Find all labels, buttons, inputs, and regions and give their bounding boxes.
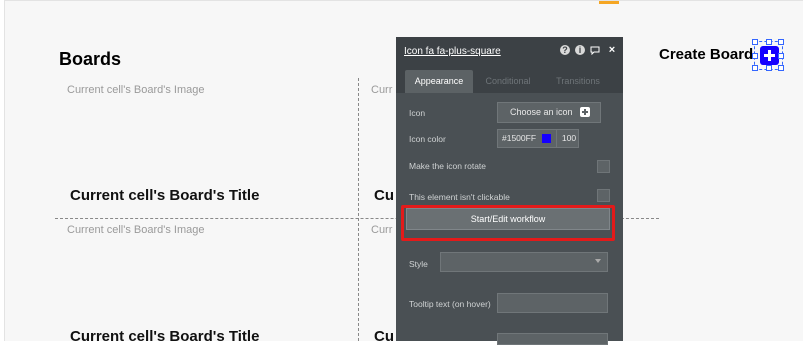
panel-tabs: Appearance Conditional Transitions bbox=[396, 67, 623, 93]
board-image-placeholder[interactable]: Curr bbox=[371, 84, 392, 96]
icon-color-value: #1500FF bbox=[502, 133, 537, 143]
resize-handle[interactable] bbox=[766, 65, 772, 71]
property-editor-panel: Icon fa fa-plus-square ? i × Appearance … bbox=[396, 37, 623, 345]
tooltip-label: Tooltip text (on hover) bbox=[409, 299, 491, 309]
icon-label: Icon bbox=[409, 108, 426, 118]
icon-color-label: Icon color bbox=[409, 134, 446, 144]
color-swatch[interactable] bbox=[542, 134, 551, 143]
resize-handle[interactable] bbox=[778, 39, 784, 45]
comment-icon[interactable] bbox=[590, 45, 600, 56]
rotate-checkbox[interactable] bbox=[597, 160, 610, 173]
page-title: Boards bbox=[59, 49, 122, 69]
board-image-placeholder[interactable]: Current cell's Board's Image bbox=[67, 84, 204, 96]
resize-handle[interactable] bbox=[778, 53, 784, 59]
not-clickable-label: This element isn't clickable bbox=[409, 192, 510, 202]
choose-icon-button[interactable]: Choose an icon bbox=[497, 102, 601, 123]
board-image-placeholder[interactable]: Curr bbox=[371, 224, 392, 236]
tab-conditional[interactable]: Conditional bbox=[483, 70, 533, 93]
panel-title[interactable]: Icon fa fa-plus-square bbox=[404, 46, 501, 57]
resize-handle[interactable] bbox=[766, 39, 772, 45]
tooltip-input[interactable] bbox=[497, 293, 608, 313]
resize-handle[interactable] bbox=[778, 65, 784, 71]
icon-color-field[interactable]: #1500FF 100 bbox=[497, 129, 579, 148]
style-label: Style bbox=[409, 259, 428, 269]
resize-handle[interactable] bbox=[752, 39, 758, 45]
help-icon[interactable]: ? bbox=[560, 45, 570, 55]
highlight-box bbox=[401, 205, 615, 241]
board-title-placeholder[interactable]: Current cell's Board's Title bbox=[70, 187, 259, 204]
create-board-text[interactable]: Create Board bbox=[659, 46, 753, 63]
selected-icon-element[interactable] bbox=[752, 39, 784, 71]
plus-square-icon bbox=[580, 107, 590, 117]
tab-transitions[interactable]: Transitions bbox=[553, 70, 603, 93]
close-icon[interactable]: × bbox=[607, 45, 617, 56]
next-field-input[interactable] bbox=[497, 333, 608, 345]
style-dropdown[interactable] bbox=[440, 252, 608, 272]
panel-header[interactable]: Icon fa fa-plus-square ? i × bbox=[396, 37, 623, 67]
choose-icon-label: Choose an icon bbox=[510, 107, 573, 117]
board-title-placeholder[interactable]: Cu bbox=[374, 328, 394, 345]
icon-opacity-field[interactable]: 100 bbox=[556, 130, 581, 147]
rotate-label: Make the icon rotate bbox=[409, 161, 487, 171]
board-title-placeholder[interactable]: Current cell's Board's Title bbox=[70, 328, 259, 345]
board-title-placeholder[interactable]: Cu bbox=[374, 187, 394, 204]
plus-square-icon[interactable] bbox=[760, 46, 779, 65]
resize-handle[interactable] bbox=[752, 53, 758, 59]
chevron-down-icon bbox=[595, 259, 601, 263]
top-indicator bbox=[599, 1, 619, 4]
not-clickable-checkbox[interactable] bbox=[597, 189, 610, 202]
board-image-placeholder[interactable]: Current cell's Board's Image bbox=[67, 224, 204, 236]
info-icon[interactable]: i bbox=[575, 45, 585, 55]
repeating-group-divider bbox=[358, 78, 359, 341]
tab-appearance[interactable]: Appearance bbox=[405, 70, 473, 93]
resize-handle[interactable] bbox=[752, 65, 758, 71]
